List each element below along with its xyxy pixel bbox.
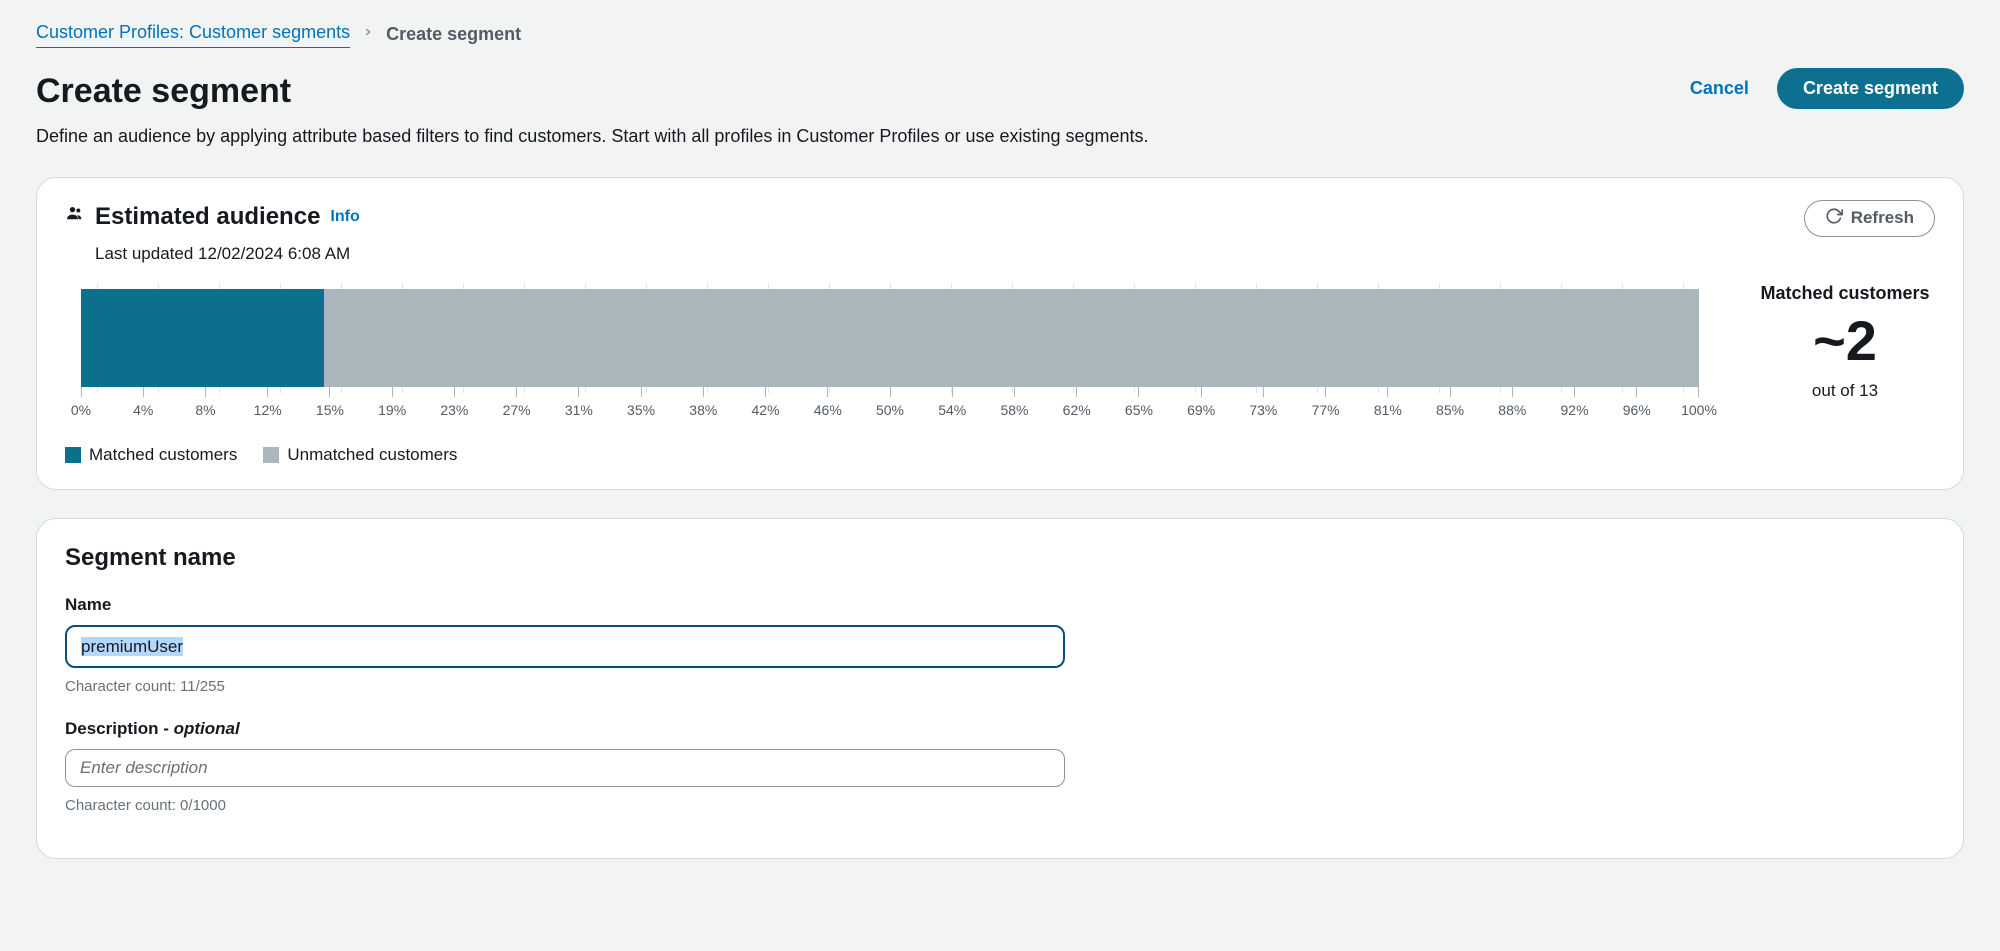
page-header: Create segment Define an audience by app…	[36, 68, 1964, 149]
audience-chart: 0% 4% 8% 12% 15% 19% 23% 27% 31% 35% 38% 42% 46% 50% 5…	[65, 281, 1715, 421]
tick-label: 58%	[1000, 387, 1028, 421]
matched-count: ~2	[1755, 313, 1935, 369]
chart-bar	[81, 289, 1699, 387]
tick-label: 0%	[71, 387, 91, 421]
create-segment-button[interactable]: Create segment	[1777, 68, 1964, 109]
refresh-label: Refresh	[1851, 208, 1914, 228]
swatch-matched	[65, 447, 81, 463]
tick-label: 73%	[1249, 387, 1277, 421]
description-input[interactable]	[65, 749, 1065, 787]
tick-label: 42%	[752, 387, 780, 421]
tick-label: 8%	[195, 387, 215, 421]
segment-name-title: Segment name	[65, 541, 1935, 575]
matched-label: Matched customers	[1755, 281, 1935, 306]
tick-label: 100%	[1681, 387, 1717, 421]
tick-label: 12%	[254, 387, 282, 421]
info-link[interactable]: Info	[330, 206, 359, 228]
tick-label: 31%	[565, 387, 593, 421]
matched-bar	[81, 289, 324, 387]
legend-matched: Matched customers	[65, 443, 237, 467]
tick-label: 46%	[814, 387, 842, 421]
tick-label: 38%	[689, 387, 717, 421]
tick-label: 62%	[1063, 387, 1091, 421]
refresh-icon	[1825, 207, 1843, 230]
swatch-unmatched	[263, 447, 279, 463]
chevron-right-icon	[362, 24, 374, 44]
legend-matched-label: Matched customers	[89, 443, 237, 467]
cancel-button[interactable]: Cancel	[1690, 78, 1749, 99]
estimated-audience-panel: Estimated audience Info Last updated 12/…	[36, 177, 1964, 490]
tick-label: 54%	[938, 387, 966, 421]
tick-label: 50%	[876, 387, 904, 421]
name-char-count: Character count: 11/255	[65, 676, 1935, 697]
description-label-optional: optional	[174, 719, 240, 738]
page-subtitle: Define an audience by applying attribute…	[36, 124, 1149, 149]
refresh-button[interactable]: Refresh	[1804, 200, 1935, 237]
legend-unmatched-label: Unmatched customers	[287, 443, 457, 467]
tick-label: 77%	[1312, 387, 1340, 421]
description-label: Description - optional	[65, 717, 1935, 741]
breadcrumb-parent-link[interactable]: Customer Profiles: Customer segments	[36, 20, 350, 48]
tick-label: 85%	[1436, 387, 1464, 421]
legend-unmatched: Unmatched customers	[263, 443, 457, 467]
name-group: Name premiumUser Character count: 11/255	[65, 593, 1935, 698]
tick-label: 19%	[378, 387, 406, 421]
breadcrumb-current: Create segment	[386, 22, 521, 47]
tick-label: 23%	[440, 387, 468, 421]
tick-label: 69%	[1187, 387, 1215, 421]
people-icon	[65, 203, 85, 230]
tick-label: 27%	[503, 387, 531, 421]
tick-label: 15%	[316, 387, 344, 421]
breadcrumb: Customer Profiles: Customer segments Cre…	[36, 20, 1964, 48]
tick-label: 4%	[133, 387, 153, 421]
name-input[interactable]: premiumUser	[65, 625, 1065, 669]
description-group: Description - optional Character count: …	[65, 717, 1935, 816]
out-of-total: out of 13	[1755, 379, 1935, 403]
matched-stats: Matched customers ~2 out of 13	[1755, 281, 1935, 402]
chart-legend: Matched customers Unmatched customers	[65, 443, 1715, 467]
tick-label: 81%	[1374, 387, 1402, 421]
tick-label: 65%	[1125, 387, 1153, 421]
last-updated: Last updated 12/02/2024 6:08 AM	[95, 242, 360, 266]
estimated-audience-title: Estimated audience	[95, 200, 320, 234]
name-value: premiumUser	[81, 637, 183, 656]
page-title: Create segment	[36, 68, 1149, 116]
segment-name-panel: Segment name Name premiumUser Character …	[36, 518, 1964, 859]
description-label-main: Description -	[65, 719, 174, 738]
chart-ticks: 0%4%8%12%15%19%23%27%31%35%38%42%46%50%5…	[81, 387, 1699, 421]
tick-label: 92%	[1561, 387, 1589, 421]
tick-label: 96%	[1623, 387, 1651, 421]
description-char-count: Character count: 0/1000	[65, 795, 1935, 816]
tick-label: 88%	[1498, 387, 1526, 421]
tick-label: 35%	[627, 387, 655, 421]
name-label: Name	[65, 593, 1935, 617]
